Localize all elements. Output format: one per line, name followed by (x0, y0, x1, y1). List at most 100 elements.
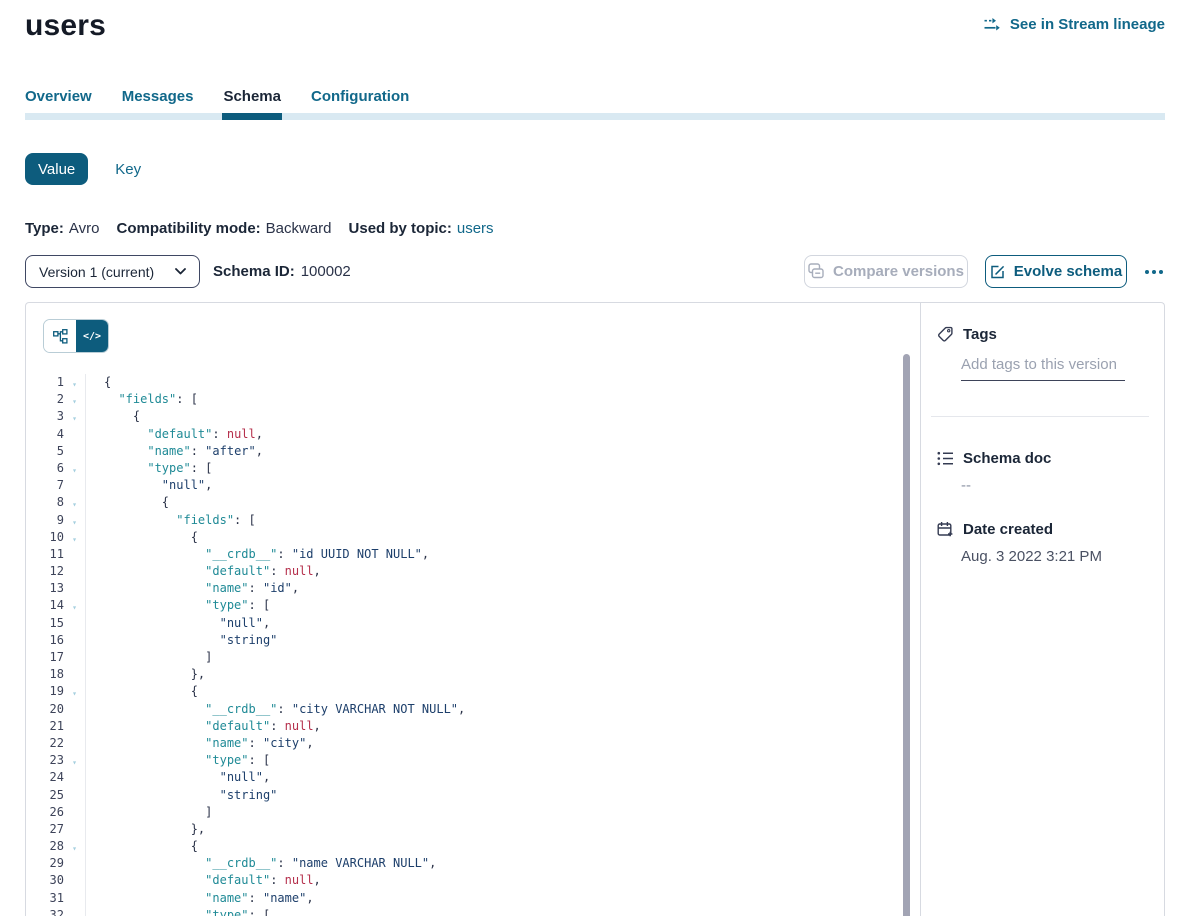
tab-bar: Overview Messages Schema Configuration (25, 88, 1165, 120)
code-line: 26 ] (26, 804, 920, 821)
line-number: 5 (26, 443, 64, 460)
code-text: { (85, 408, 140, 425)
page-header: users See in Stream lineage (25, 8, 1165, 44)
code-line: 19▾ { (26, 683, 920, 700)
evolve-schema-label: Evolve schema (1014, 263, 1122, 280)
line-number: 27 (26, 821, 64, 838)
line-number: 28 (26, 838, 64, 855)
code-text: { (85, 683, 198, 700)
code-text: "null", (85, 477, 212, 494)
tree-view-button[interactable] (44, 320, 76, 352)
evolve-schema-button[interactable]: Evolve schema (985, 255, 1127, 288)
page-title: users (25, 8, 106, 44)
value-tab-button[interactable]: Value (25, 153, 88, 185)
line-number: 9 (26, 512, 64, 529)
compatibility-value: Backward (266, 220, 332, 237)
code-view-icon: </> (83, 331, 101, 342)
code-line: 31 "name": "name", (26, 890, 920, 907)
code-line: 2▾ "fields": [ (26, 391, 920, 408)
topic-link[interactable]: users (457, 220, 494, 237)
code-text: "name": "after", (85, 443, 263, 460)
code-text: "type": [ (85, 907, 270, 916)
line-number: 15 (26, 615, 64, 632)
code-line: 25 "string" (26, 787, 920, 804)
fold-arrow-icon[interactable]: ▾ (64, 512, 85, 529)
line-number: 32 (26, 907, 64, 916)
code-editor[interactable]: 1▾{2▾ "fields": [3▾ {4 "default": null,5… (26, 365, 920, 916)
code-text: "default": null, (85, 563, 321, 580)
code-text: "null", (85, 615, 270, 632)
code-text: "type": [ (85, 752, 270, 769)
fold-arrow-icon[interactable]: ▾ (64, 683, 85, 700)
line-number: 22 (26, 735, 64, 752)
version-select[interactable]: Version 1 (current) (25, 255, 200, 288)
tags-input[interactable] (961, 356, 1125, 381)
code-text: "__crdb__": "name VARCHAR NULL", (85, 855, 436, 872)
fold-arrow-icon[interactable]: ▾ (64, 838, 85, 855)
line-number: 31 (26, 890, 64, 907)
sidebar-divider (931, 416, 1149, 417)
code-text: "default": null, (85, 718, 321, 735)
stream-lineage-icon (983, 17, 1002, 32)
code-line: 5 "name": "after", (26, 443, 920, 460)
code-line: 9▾ "fields": [ (26, 512, 920, 529)
line-number: 23 (26, 752, 64, 769)
fold-arrow-icon[interactable]: ▾ (64, 460, 85, 477)
code-text: "name": "city", (85, 735, 314, 752)
type-label: Type: (25, 220, 64, 237)
fold-arrow-icon[interactable]: ▾ (64, 597, 85, 614)
line-number: 30 (26, 872, 64, 889)
code-line: 14▾ "type": [ (26, 597, 920, 614)
code-line: 24 "null", (26, 769, 920, 786)
more-options-button[interactable] (1143, 262, 1165, 282)
key-tab-button[interactable]: Key (115, 161, 141, 178)
line-number: 16 (26, 632, 64, 649)
code-text: "string" (85, 632, 277, 649)
line-number: 2 (26, 391, 64, 408)
code-line: 22 "name": "city", (26, 735, 920, 752)
tags-title: Tags (963, 326, 997, 343)
calendar-plus-icon (937, 521, 954, 538)
code-line: 15 "null", (26, 615, 920, 632)
stream-lineage-link[interactable]: See in Stream lineage (983, 16, 1165, 33)
code-line: 17 ] (26, 649, 920, 666)
editor-scrollbar[interactable] (903, 354, 910, 916)
code-line: 21 "default": null, (26, 718, 920, 735)
code-view-button[interactable]: </> (76, 320, 108, 352)
code-text: "name": "name", (85, 890, 314, 907)
fold-arrow-icon[interactable]: ▾ (64, 494, 85, 511)
fold-arrow-icon[interactable]: ▾ (64, 391, 85, 408)
line-number: 25 (26, 787, 64, 804)
code-text: { (85, 494, 169, 511)
code-line: 11 "__crdb__": "id UUID NOT NULL", (26, 546, 920, 563)
schema-panel: </> 1▾{2▾ "fields": [3▾ {4 "default": nu… (25, 302, 1165, 916)
line-number: 3 (26, 408, 64, 425)
code-text: "null", (85, 769, 270, 786)
line-number: 14 (26, 597, 64, 614)
line-number: 19 (26, 683, 64, 700)
line-number: 6 (26, 460, 64, 477)
code-line: 32▾ "type": [ (26, 907, 920, 916)
fold-arrow-icon[interactable]: ▾ (64, 907, 85, 916)
code-text: "string" (85, 787, 277, 804)
ellipsis-icon (1145, 270, 1149, 274)
code-line: 8▾ { (26, 494, 920, 511)
fold-arrow-icon[interactable]: ▾ (64, 374, 85, 391)
line-number: 7 (26, 477, 64, 494)
code-text: }, (85, 821, 205, 838)
schema-doc-section-header: Schema doc (937, 450, 1148, 467)
fold-arrow-icon[interactable]: ▾ (64, 529, 85, 546)
line-number: 11 (26, 546, 64, 563)
tab-schema[interactable]: Schema (223, 88, 281, 120)
code-text: "fields": [ (85, 391, 198, 408)
schema-sidebar: Tags Schema doc -- (920, 303, 1164, 916)
code-line: 29 "__crdb__": "name VARCHAR NULL", (26, 855, 920, 872)
schema-meta: Type: Avro Compatibility mode: Backward … (25, 220, 494, 237)
fold-arrow-icon[interactable]: ▾ (64, 408, 85, 425)
code-text: "__crdb__": "city VARCHAR NOT NULL", (85, 701, 465, 718)
topic-label: Used by topic: (349, 220, 452, 237)
code-line: 3▾ { (26, 408, 920, 425)
compare-versions-button[interactable]: Compare versions (804, 255, 968, 288)
code-text: { (85, 838, 198, 855)
fold-arrow-icon[interactable]: ▾ (64, 752, 85, 769)
